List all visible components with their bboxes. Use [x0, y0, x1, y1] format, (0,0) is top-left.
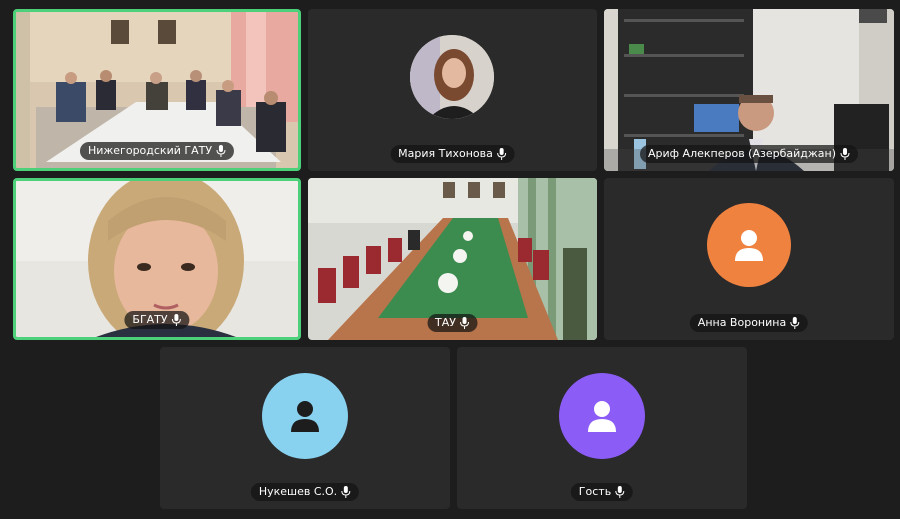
avatar	[410, 35, 494, 119]
participant-name-label: Анна Воронина	[689, 314, 809, 332]
participant-name-label: Нижегородский ГАТУ	[79, 142, 235, 160]
avatar	[559, 373, 645, 459]
avatar	[707, 203, 791, 287]
participant-name: Мария Тихонова	[398, 147, 493, 160]
mic-icon	[790, 317, 800, 329]
user-icon	[588, 401, 616, 432]
participant-name: Нижегородский ГАТУ	[87, 144, 213, 157]
mic-icon	[172, 314, 182, 326]
participant-name: Гость	[578, 485, 612, 498]
user-photo	[410, 35, 494, 119]
participant-name: ТАУ	[435, 316, 456, 329]
participant-tile-guest[interactable]: Гость	[457, 347, 747, 509]
participant-name: Ариф Алекперов (Азербайджан)	[647, 147, 837, 160]
participant-name-label: ТАУ	[427, 314, 478, 332]
participant-name-label: Мария Тихонова	[390, 145, 515, 163]
participant-tile-arif-alekperov[interactable]: Ариф Алекперов (Азербайджан)	[604, 9, 894, 171]
mic-icon	[341, 486, 351, 498]
mic-icon	[460, 317, 470, 329]
participant-name-label: Гость	[570, 483, 634, 501]
participant-tile-anna-voronina[interactable]: Анна Воронина	[604, 178, 894, 340]
participant-name-label: БГАТУ	[124, 311, 190, 329]
avatar	[262, 373, 348, 459]
mic-icon	[216, 145, 226, 157]
participant-tile-bgatu[interactable]: БГАТУ	[13, 178, 301, 340]
participant-name: БГАТУ	[132, 313, 168, 326]
participant-tile-maria-tikhonova[interactable]: Мария Тихонова	[308, 9, 597, 171]
user-icon	[735, 230, 763, 261]
participant-tile-tau[interactable]: ТАУ	[308, 178, 597, 340]
participant-tile-nizhegorodsky-gatu[interactable]: Нижегородский ГАТУ	[13, 9, 301, 171]
mic-icon	[497, 148, 507, 160]
participant-name: Нукешев С.О.	[258, 485, 338, 498]
user-icon	[291, 401, 319, 432]
participant-tile-nukeshev[interactable]: Нукешев С.О.	[160, 347, 450, 509]
mic-icon	[840, 148, 850, 160]
mic-icon	[615, 486, 625, 498]
participant-name: Анна Воронина	[697, 316, 787, 329]
participant-name-label: Нукешев С.О.	[250, 483, 360, 501]
participant-name-label: Ариф Алекперов (Азербайджан)	[639, 145, 859, 163]
